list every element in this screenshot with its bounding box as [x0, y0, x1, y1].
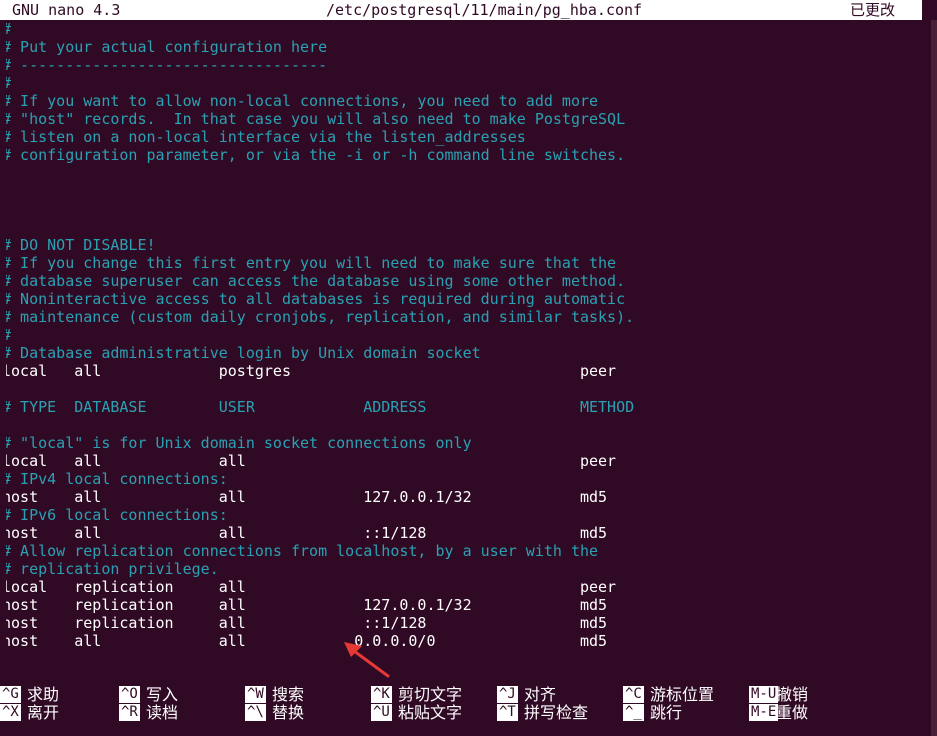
shortcut-label[interactable]: 粘贴文字: [398, 704, 462, 721]
clipped-column: [0, 542, 6, 560]
shortcut-key[interactable]: M-U: [749, 686, 779, 703]
clipped-column: [0, 74, 6, 92]
shortcut-key[interactable]: ^T: [497, 704, 518, 721]
shortcut-key[interactable]: ^W: [245, 686, 266, 703]
comment-line: # TYPE DATABASE USER ADDRESS METHOD: [2, 398, 635, 416]
shortcut-label[interactable]: 离开: [27, 704, 59, 721]
clipped-column: [0, 290, 6, 308]
shortcut-key[interactable]: ^G: [0, 686, 21, 703]
shortcut-label[interactable]: 写入: [146, 686, 178, 703]
config-line: host replication all 127.0.0.1/32 md5: [2, 596, 608, 614]
scrollbar[interactable]: [931, 20, 937, 736]
shortcut-key[interactable]: ^K: [371, 686, 392, 703]
clipped-column: [0, 470, 6, 488]
shortcut-label[interactable]: 对齐: [524, 686, 556, 703]
shortcut-label[interactable]: 剪切文字: [398, 686, 462, 703]
clipped-column: [0, 146, 6, 164]
clipped-column: [0, 632, 6, 650]
shortcut-key[interactable]: M-E: [749, 704, 779, 721]
config-line: host all all ::1/128 md5: [2, 524, 608, 542]
comment-line: # IPv4 local connections:: [2, 470, 228, 488]
clipped-column: [0, 506, 6, 524]
shortcut-label[interactable]: 拼写检查: [524, 704, 588, 721]
comment-line: # maintenance (custom daily cronjobs, re…: [2, 308, 635, 326]
clipped-column: [0, 272, 6, 290]
shortcut-key[interactable]: ^J: [497, 686, 518, 703]
comment-line: # DO NOT DISABLE!: [2, 236, 156, 254]
comment-line: # IPv6 local connections:: [2, 506, 228, 524]
terminal-window[interactable]: GNU nano 4.3 /etc/postgresql/11/main/pg_…: [0, 0, 937, 736]
clipped-column: [0, 614, 6, 632]
shortcut-label[interactable]: 求助: [27, 686, 59, 703]
config-line: local replication all peer: [2, 578, 617, 596]
shortcut-key[interactable]: ^C: [623, 686, 644, 703]
clipped-column: [0, 92, 6, 110]
shortcut-label[interactable]: 替换: [272, 704, 304, 721]
comment-line: # configuration parameter, or via the -i…: [2, 146, 626, 164]
clipped-column: [0, 254, 6, 272]
shortcut-label[interactable]: 重做: [776, 704, 808, 721]
clipped-column: [0, 326, 6, 344]
comment-line: # "host" records. In that case you will …: [2, 110, 626, 128]
comment-line: # ----------------------------------: [2, 56, 328, 74]
clipped-column: [0, 596, 6, 614]
comment-line: # Noninteractive access to all databases…: [2, 290, 626, 308]
config-line: host all all 127.0.0.1/32 md5: [2, 488, 608, 506]
clipped-column: [0, 110, 6, 128]
clipped-column: [0, 524, 6, 542]
clipped-column: [0, 20, 6, 38]
config-line: local all postgres peer: [2, 362, 617, 380]
shortcut-key[interactable]: ^U: [371, 704, 392, 721]
modified-status: 已更改: [850, 1, 896, 19]
nano-title-bar: GNU nano 4.3 /etc/postgresql/11/main/pg_…: [0, 0, 922, 20]
comment-line: # replication privilege.: [2, 560, 219, 578]
clipped-column: [0, 56, 6, 74]
clipped-column: [0, 38, 6, 56]
clipped-column: [0, 398, 6, 416]
comment-line: # Database administrative login by Unix …: [2, 344, 481, 362]
shortcut-label[interactable]: 读档: [146, 704, 178, 721]
shortcut-label[interactable]: 跳行: [650, 704, 682, 721]
clipped-column: [0, 434, 6, 452]
shortcut-key[interactable]: ^X: [0, 704, 21, 721]
clipped-column: [0, 344, 6, 362]
app-name: GNU nano 4.3: [12, 1, 121, 19]
config-line: host all all 0.0.0.0/0 md5: [2, 632, 608, 650]
clipped-column: [0, 560, 6, 578]
comment-line: # listen on a non-local interface via th…: [2, 128, 526, 146]
comment-line: # database superuser can access the data…: [2, 272, 626, 290]
file-path: /etc/postgresql/11/main/pg_hba.conf: [326, 1, 643, 19]
clipped-column: [0, 488, 6, 506]
shortcut-key[interactable]: ^R: [119, 704, 140, 721]
clipped-column: [0, 452, 6, 470]
config-line: host replication all ::1/128 md5: [2, 614, 608, 632]
shortcut-label[interactable]: 游标位置: [650, 686, 714, 703]
clipped-column: [0, 362, 6, 380]
comment-line: # Allow replication connections from loc…: [2, 542, 599, 560]
shortcut-label[interactable]: 撤销: [776, 686, 808, 703]
shortcut-key[interactable]: ^_: [623, 704, 644, 721]
clipped-column: [0, 308, 6, 326]
shortcut-key[interactable]: ^O: [119, 686, 140, 703]
clipped-column: [0, 128, 6, 146]
clipped-column: [0, 236, 6, 254]
comment-line: # Put your actual configuration here: [2, 38, 328, 56]
clipped-column: [0, 578, 6, 596]
comment-line: # If you change this first entry you wil…: [2, 254, 617, 272]
config-line: local all all peer: [2, 452, 617, 470]
shortcut-key[interactable]: ^\: [245, 704, 266, 721]
comment-line: # If you want to allow non-local connect…: [2, 92, 599, 110]
red-arrow-annotation: [344, 642, 390, 678]
comment-line: # "local" is for Unix domain socket conn…: [2, 434, 472, 452]
shortcut-label[interactable]: 搜索: [272, 686, 304, 703]
